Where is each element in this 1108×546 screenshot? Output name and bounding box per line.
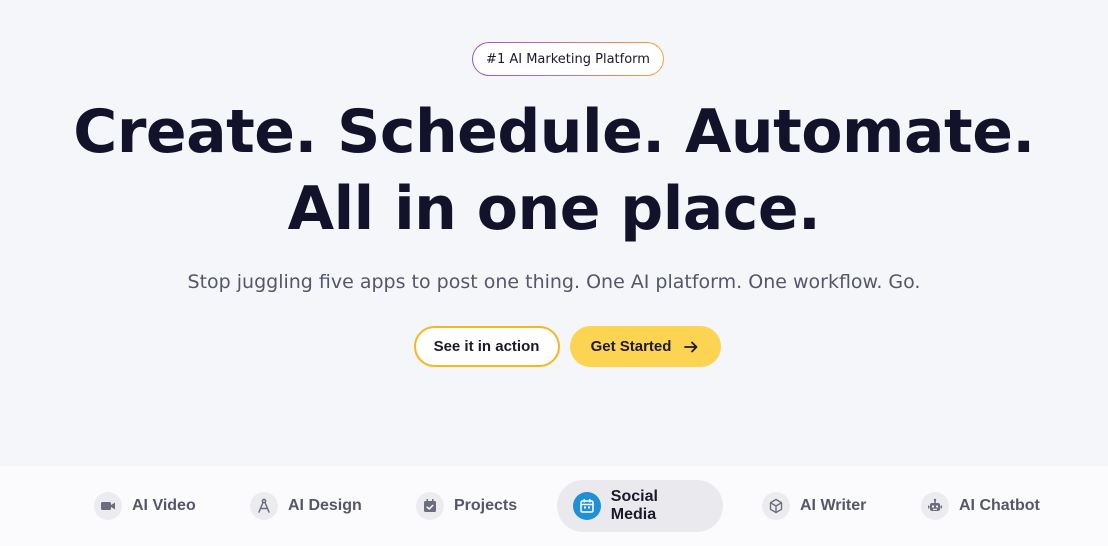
tab-ai-chatbot[interactable]: AI Chatbot (905, 480, 1056, 532)
tab-ai-video[interactable]: AI Video (78, 480, 212, 532)
arrow-right-icon (684, 341, 698, 352)
tab-label: Social Media (610, 488, 658, 523)
calendar-icon (573, 492, 601, 520)
cta-row: See it in action Get Started (0, 326, 1108, 367)
cube-icon (762, 492, 790, 520)
get-started-label: Get Started (590, 338, 672, 355)
hero-headline: Create. Schedule. Automate. All in one p… (0, 94, 1108, 248)
get-started-button[interactable]: Get Started (569, 326, 721, 367)
hero-subtitle: Stop juggling five apps to post one thin… (187, 271, 921, 293)
tab-social-media[interactable]: Social Media (557, 480, 723, 532)
see-it-in-action-button[interactable]: See it in action (413, 326, 560, 367)
tab-label: Projects (454, 497, 518, 514)
tab-label: AI Design (288, 497, 362, 514)
tab-ai-design[interactable]: AI Design (234, 480, 378, 532)
tab-projects[interactable]: Projects (400, 480, 533, 532)
compass-icon (250, 492, 278, 520)
feature-tabs: AI Video AI Design Projects Social Media… (0, 466, 1108, 546)
tab-label: AI Writer (800, 497, 867, 514)
tab-ai-writer[interactable]: AI Writer (746, 480, 882, 532)
tab-label: AI Video (132, 497, 196, 514)
headline-line-1: Create. Schedule. Automate. (73, 97, 1035, 167)
hero-section: #1 AI Marketing Platform Create. Schedul… (0, 0, 1108, 466)
headline-line-2: All in one place. (287, 174, 821, 244)
video-camera-icon (94, 492, 122, 520)
tab-label: AI Chatbot (959, 497, 1040, 514)
robot-icon (921, 492, 949, 520)
calendar-check-icon (416, 492, 444, 520)
platform-badge: #1 AI Marketing Platform (472, 42, 664, 76)
